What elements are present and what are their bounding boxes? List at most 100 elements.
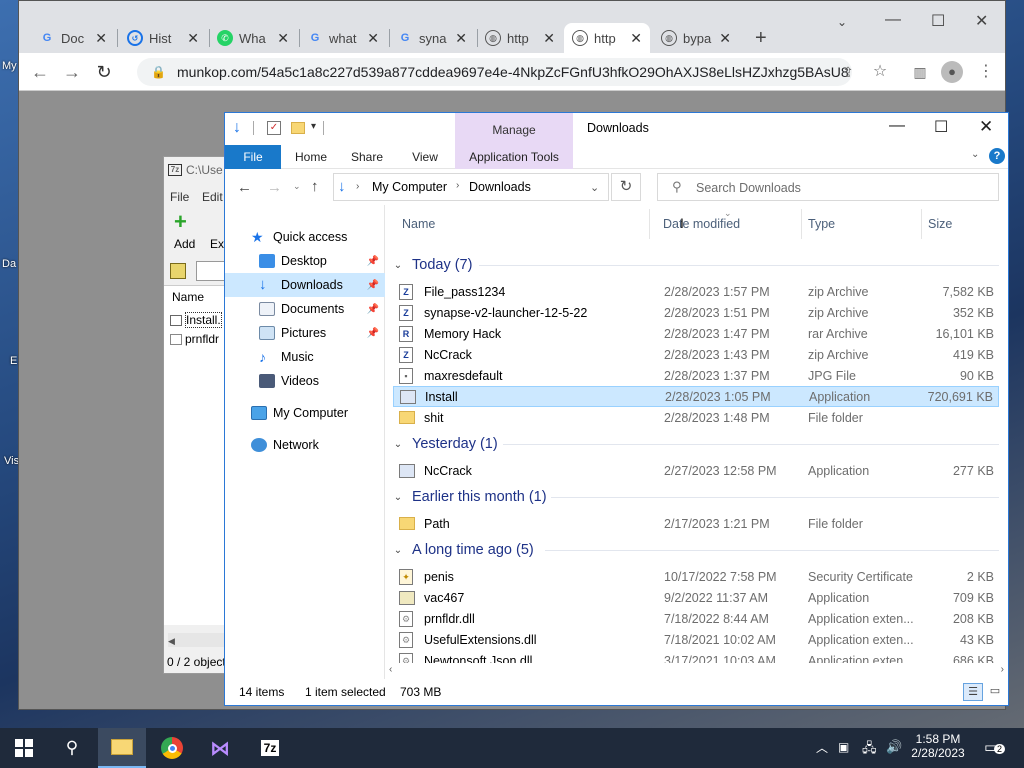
share-icon[interactable]: ⇪ (837, 61, 859, 83)
reload-icon[interactable]: ↻ (93, 61, 115, 83)
nav-item-my-computer[interactable]: My Computer (225, 401, 385, 425)
browser-tab[interactable]: ↺ Hist ✕ (119, 23, 207, 53)
volume-icon[interactable]: 🔊 (886, 739, 902, 768)
address-bar[interactable]: 🔒 munkop.com/54a5c1a8c227d539a877cddea96… (137, 58, 852, 86)
table-row[interactable]: R Memory Hack 2/28/2023 1:47 PM rar Arch… (393, 323, 999, 344)
table-row[interactable]: shit 2/28/2023 1:48 PM File folder (393, 407, 999, 428)
nav-item-network[interactable]: Network (225, 433, 385, 457)
browser-tab[interactable]: ◍ bypa ✕ (653, 23, 739, 53)
manage-tab-header[interactable]: Manage (455, 123, 573, 137)
maximize-button[interactable]: ☐ (934, 117, 948, 137)
address-bar[interactable]: ↓ › My Computer › Downloads ⌄ (333, 173, 609, 201)
tab-search-icon[interactable]: ⌄ (837, 15, 847, 29)
column-header-size[interactable]: Size (928, 217, 952, 231)
nav-item-pictures[interactable]: Pictures 📌 (225, 321, 385, 345)
maximize-button[interactable]: ☐ (931, 11, 945, 31)
table-row[interactable]: NcCrack 2/27/2023 12:58 PM Application 2… (393, 460, 999, 481)
ribbon-tab-application-tools[interactable]: Application Tools (455, 145, 573, 169)
group-header-long-time-ago[interactable]: ⌄ A long time ago (5) (390, 539, 534, 561)
close-tab-icon[interactable]: ✕ (277, 30, 289, 47)
recent-locations-icon[interactable]: ⌄ (293, 181, 301, 192)
large-icons-view-icon[interactable]: ▭ (986, 683, 1004, 701)
browser-tab-active[interactable]: ◍ http ✕ (564, 23, 650, 53)
column-header-name[interactable]: Name (402, 217, 435, 231)
table-row[interactable]: Z File_pass1234 2/28/2023 1:57 PM zip Ar… (393, 281, 999, 302)
group-header-earlier-this-month[interactable]: ⌄ Earlier this month (1) (390, 486, 547, 508)
table-row-selected[interactable]: Install 2/28/2023 1:05 PM Application 72… (393, 386, 999, 407)
nav-item-quick-access[interactable]: ★ Quick access (225, 225, 385, 249)
minimize-button[interactable]: — (889, 117, 905, 135)
close-tab-icon[interactable]: ✕ (95, 30, 107, 47)
table-row[interactable]: vac467 9/2/2022 11:37 AM Application 709… (393, 587, 999, 608)
close-tab-icon[interactable]: ✕ (455, 30, 467, 47)
ribbon-expand-icon[interactable]: ⌄ (971, 149, 979, 160)
ribbon-tab-home[interactable]: Home (287, 145, 335, 169)
menu-file[interactable]: File (170, 190, 189, 204)
collapse-chevron-icon[interactable]: ⌄ (390, 260, 406, 271)
scroll-right-icon[interactable]: › (1001, 664, 1004, 675)
back-arrow-icon[interactable]: ← (29, 61, 51, 83)
folder-up-icon[interactable] (170, 263, 186, 279)
column-header-type[interactable]: Type (808, 217, 835, 231)
list-item[interactable]: Install. (170, 312, 222, 328)
close-button[interactable]: ✕ (979, 117, 993, 137)
menu-edit[interactable]: Edit (202, 190, 223, 204)
column-header-date[interactable]: Date modified (663, 217, 740, 231)
nav-item-videos[interactable]: Videos (225, 369, 385, 393)
refresh-icon[interactable]: ↻ (611, 173, 641, 201)
quick-access-toolbar-dropdown-icon[interactable]: ▾ (311, 121, 316, 132)
browser-tab[interactable]: ✆ Wha ✕ (209, 23, 297, 53)
side-panel-icon[interactable]: ▥ (909, 61, 931, 83)
column-name[interactable]: Name (172, 290, 204, 304)
browser-tab[interactable]: G syna ✕ (389, 23, 475, 53)
file-explorer-icon[interactable] (98, 728, 146, 768)
collapse-chevron-icon[interactable]: ⌄ (390, 492, 406, 503)
collapse-chevron-icon[interactable]: ⌄ (390, 545, 406, 556)
group-header-yesterday[interactable]: ⌄ Yesterday (1) (390, 433, 498, 455)
table-row[interactable]: ⚙ UsefulExtensions.dll 7/18/2021 10:02 A… (393, 629, 999, 650)
notifications-icon[interactable]: ▭ 2 (984, 738, 1006, 768)
clock[interactable]: 1:58 PM 2/28/2023 (908, 732, 968, 768)
forward-arrow-icon[interactable]: → (61, 61, 83, 83)
close-tab-icon[interactable]: ✕ (630, 30, 642, 47)
list-item[interactable]: prnfldr (170, 332, 219, 346)
table-row[interactable]: ⚙ prnfldr.dll 7/18/2022 8:44 AM Applicat… (393, 608, 999, 629)
chrome-icon[interactable] (148, 728, 196, 768)
horizontal-scrollbar[interactable]: ‹ › (385, 663, 1008, 679)
visual-studio-icon[interactable]: ⋈ (196, 728, 244, 768)
horizontal-scrollbar[interactable]: ◀ (168, 633, 228, 647)
properties-icon[interactable]: ✓ (267, 121, 281, 135)
nav-item-music[interactable]: ♪ Music (225, 345, 385, 369)
profile-avatar-icon[interactable]: ● (941, 61, 963, 83)
table-row[interactable]: ▪ maxresdefault 2/28/2023 1:37 PM JPG Fi… (393, 365, 999, 386)
bookmark-star-icon[interactable]: ☆ (869, 61, 891, 83)
search-box[interactable]: ⚲ Search Downloads (657, 173, 999, 201)
add-button[interactable]: Add (174, 237, 195, 251)
browser-tab[interactable]: ◍ http ✕ (477, 23, 563, 53)
collapse-chevron-icon[interactable]: ⌄ (390, 439, 406, 450)
breadcrumb-downloads[interactable]: Downloads (469, 180, 531, 194)
nav-item-documents[interactable]: Documents 📌 (225, 297, 385, 321)
close-tab-icon[interactable]: ✕ (187, 30, 199, 47)
ribbon-tab-share[interactable]: Share (343, 145, 391, 169)
nav-item-downloads[interactable]: ↓ Downloads 📌 (225, 273, 385, 297)
new-folder-icon[interactable] (291, 122, 305, 134)
close-tab-icon[interactable]: ✕ (367, 30, 379, 47)
path-input[interactable] (196, 261, 226, 281)
group-header-today[interactable]: ⌄ Today (7) (390, 254, 473, 276)
up-arrow-icon[interactable]: ↑ (311, 178, 319, 195)
help-icon[interactable]: ? (989, 148, 1005, 164)
new-tab-button[interactable]: + (747, 23, 777, 53)
forward-arrow-icon[interactable]: → (267, 179, 282, 196)
scroll-left-icon[interactable]: ‹ (389, 664, 392, 675)
close-tab-icon[interactable]: ✕ (543, 30, 555, 47)
add-plus-icon[interactable]: + (174, 211, 192, 233)
nav-item-desktop[interactable]: Desktop 📌 (225, 249, 385, 273)
sevenzip-taskbar-icon[interactable]: 7z (246, 728, 294, 768)
back-arrow-icon[interactable]: ← (237, 179, 252, 196)
ribbon-tab-file[interactable]: File (225, 145, 281, 169)
menu-dots-icon[interactable]: ⋮ (975, 61, 997, 83)
close-button[interactable]: ✕ (975, 11, 988, 31)
table-row[interactable]: Z NcCrack 2/28/2023 1:43 PM zip Archive … (393, 344, 999, 365)
search-icon[interactable]: ⚲ (48, 728, 96, 768)
